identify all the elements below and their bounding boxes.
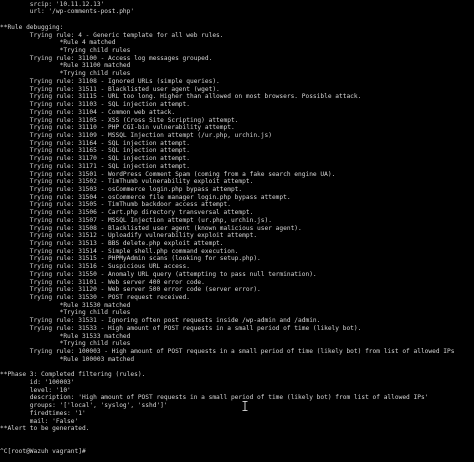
terminal-line: srcip: '10.11.12.13' bbox=[0, 0, 105, 8]
terminal-line: Trying rule: 31550 - Anomaly URL query (… bbox=[0, 270, 317, 278]
terminal-line: *Rule 31530 matched bbox=[0, 301, 131, 309]
terminal-line: Trying rule: 31105 - XSS (Cross Site Scr… bbox=[0, 116, 239, 124]
terminal-line: **Phase 3: Completed filtering (rules). bbox=[0, 371, 146, 379]
terminal-line: Trying rule: 31512 - Uploadify vulnerabi… bbox=[0, 232, 258, 240]
terminal-line: Trying rule: 31507 - MSSQL Injection att… bbox=[0, 216, 272, 224]
terminal-line: Trying rule: 31103 - SQL injection attem… bbox=[0, 101, 190, 109]
terminal-line: Trying rule: 31109 - MSSQL Injection att… bbox=[0, 131, 272, 139]
terminal-line: Trying rule: 31503 - osCommerce login.ph… bbox=[0, 185, 243, 193]
terminal-line: Trying rule: 31515 - PHPMyAdmin scans (l… bbox=[0, 255, 261, 263]
terminal-line: level: '10' bbox=[0, 386, 71, 394]
terminal-line: Trying rule: 31531 - Ignoring often post… bbox=[0, 317, 321, 325]
terminal-line: description: 'High amount of POST reques… bbox=[0, 394, 429, 402]
terminal-line: *Rule 31533 matched bbox=[0, 332, 131, 340]
terminal-line: *Rule 100003 matched bbox=[0, 355, 135, 363]
terminal-line: Trying rule: 31506 - Cart.php directory … bbox=[0, 209, 254, 217]
terminal-line: Trying rule: 31505 - TimThumb backdoor a… bbox=[0, 201, 231, 209]
terminal-line: ^C[root@Wazuh vagrant]# bbox=[0, 448, 86, 456]
terminal-line: Trying rule: 31101 - Web server 400 erro… bbox=[0, 278, 205, 286]
terminal-line: firedtimes: '1' bbox=[0, 409, 86, 417]
terminal-line: Trying rule: 31115 - URL too long. Highe… bbox=[0, 93, 362, 101]
terminal-line: Trying rule: 100003 - High amount of POS… bbox=[0, 348, 455, 356]
terminal-line: **Alert to be generated. bbox=[0, 425, 90, 433]
terminal-line: Trying rule: 31501 - WordPress Comment S… bbox=[0, 170, 336, 178]
terminal-line: Trying rule: 31170 - SQL injection attem… bbox=[0, 155, 190, 163]
terminal-line: *Rule 4 matched bbox=[0, 39, 116, 47]
terminal-line: mail: 'False' bbox=[0, 417, 79, 425]
terminal-line: Trying rule: 31513 - BBS delete.php expl… bbox=[0, 240, 224, 247]
terminal-line: Trying rule: 31104 - Common web attack. bbox=[0, 108, 176, 116]
terminal-line: **Rule debugging: bbox=[0, 23, 64, 31]
terminal-line: Trying rule: 31108 - Ignored URLs (simpl… bbox=[0, 77, 220, 85]
terminal-line: id: '100003' bbox=[0, 378, 75, 386]
terminal-window[interactable]: { "terminal": { "lines": [ " protocol: '… bbox=[0, 0, 474, 462]
terminal-output[interactable]: protocol: 'POST' srcip: '10.11.12.13' ur… bbox=[0, 0, 474, 456]
terminal-line: *Trying child rules bbox=[0, 309, 131, 317]
terminal-line: *Rule 31100 matched bbox=[0, 62, 131, 70]
terminal-line: Trying rule: 4 - Generic template for al… bbox=[0, 31, 224, 39]
terminal-line: Trying rule: 31110 - PHP CGI-bin vulnera… bbox=[0, 124, 235, 132]
terminal-line: url: '/wp-comments-post.php' bbox=[0, 8, 135, 16]
terminal-line: Trying rule: 31164 - SQL injection attem… bbox=[0, 139, 190, 147]
terminal-line: groups: '['local', 'syslog', 'sshd']' bbox=[0, 402, 168, 410]
terminal-line: *Trying child rules bbox=[0, 340, 131, 348]
terminal-line: Trying rule: 31530 - POST request receiv… bbox=[0, 294, 190, 302]
terminal-line: Trying rule: 31508 - Blacklisted user ag… bbox=[0, 224, 302, 232]
terminal-line: Trying rule: 31504 - osCommerce file man… bbox=[0, 193, 291, 201]
terminal-line: Trying rule: 31120 - Web server 500 erro… bbox=[0, 286, 261, 294]
terminal-line: Trying rule: 31502 - TimThumb vulnerabil… bbox=[0, 178, 254, 186]
terminal-line: *Trying child rules bbox=[0, 47, 131, 55]
terminal-line: Trying rule: 31165 - SQL injection attem… bbox=[0, 147, 190, 155]
terminal-line: Trying rule: 31100 - Access log messages… bbox=[0, 54, 213, 62]
terminal-line: Trying rule: 31533 - High amount of POST… bbox=[0, 324, 362, 332]
terminal-line: *Trying child rules bbox=[0, 70, 131, 78]
terminal-line: Trying rule: 31511 - Blacklisted user ag… bbox=[0, 85, 220, 93]
text-cursor-icon bbox=[242, 401, 248, 411]
terminal-line: Trying rule: 31514 - Simple shell.php co… bbox=[0, 247, 239, 255]
terminal-line: Trying rule: 31171 - SQL injection attem… bbox=[0, 162, 190, 170]
terminal-line: Trying rule: 31516 - Suspicious URL acce… bbox=[0, 263, 190, 271]
